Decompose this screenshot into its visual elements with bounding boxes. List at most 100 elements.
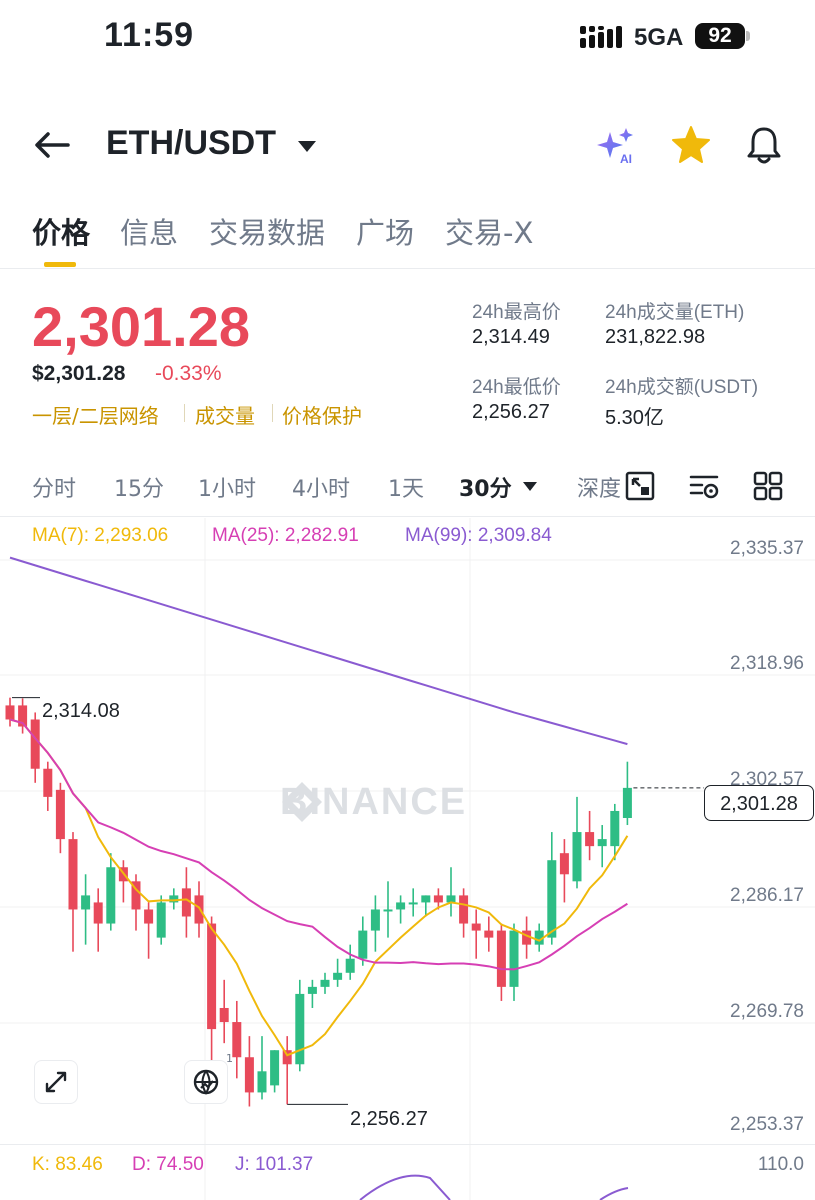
candle-body <box>484 930 494 938</box>
battery-level: 92 <box>695 23 745 49</box>
candle-body <box>459 895 469 924</box>
tab-square[interactable]: 广场 <box>356 210 414 252</box>
tag-separator <box>184 404 185 422</box>
candle-body <box>219 1007 229 1023</box>
candle-body <box>408 902 418 905</box>
low-annotation: 2,256.27 <box>350 1108 428 1130</box>
caret-down-icon[interactable] <box>522 480 538 492</box>
candle-body <box>282 1050 292 1065</box>
indicator-settings-icon[interactable] <box>688 470 720 502</box>
interval-15m[interactable]: 15分 <box>114 471 164 503</box>
interval-1h[interactable]: 1小时 <box>198 471 256 503</box>
candlestick-chart[interactable] <box>0 518 815 1200</box>
ai-badge-text: AI <box>620 152 632 166</box>
candle-body <box>232 1022 242 1058</box>
signal-icon <box>580 26 622 48</box>
ai-sparkle-icon[interactable]: AI <box>596 126 640 166</box>
battery-tip <box>746 31 750 41</box>
candle-body <box>559 853 569 875</box>
tab-trade-x[interactable]: 交易-X <box>445 210 533 252</box>
stat-amount-label: 24h成交额(USDT) <box>605 377 759 398</box>
watermark: BINANCE <box>280 781 468 823</box>
price-change: -0.33% <box>155 362 222 385</box>
candle-body <box>30 719 40 769</box>
interval-30m[interactable]: 30分 <box>459 471 512 503</box>
candle-body <box>433 895 443 903</box>
candle-body <box>547 860 557 938</box>
stat-high-label: 24h最高价 <box>472 302 561 323</box>
candle-body <box>207 923 217 1030</box>
tab-info[interactable]: 信息 <box>120 210 178 252</box>
stat-low-value: 2,256.27 <box>472 401 550 423</box>
candle-body <box>597 839 607 847</box>
ma7-label: MA(7): 2,293.06 <box>32 525 169 546</box>
y-axis-label: 2,286.17 <box>730 885 804 906</box>
back-arrow-icon[interactable] <box>32 125 72 165</box>
kdj-j-line <box>359 1174 451 1200</box>
interval-depth[interactable]: 深度 <box>577 471 621 503</box>
kdj-d-label: D: 74.50 <box>132 1154 204 1175</box>
candle-body <box>295 993 305 1065</box>
kdj-axis-max: 110.0 <box>757 1154 804 1175</box>
candle-body <box>471 923 481 931</box>
candle-body <box>55 789 65 840</box>
stat-volume-value: 231,822.98 <box>605 326 706 348</box>
globe-button[interactable] <box>184 1060 228 1104</box>
expand-button[interactable] <box>34 1060 78 1104</box>
candle-body <box>358 930 368 959</box>
interval-line[interactable]: 分时 <box>32 471 76 503</box>
candle-body <box>396 902 406 910</box>
candle-body <box>320 979 330 987</box>
candle-body <box>144 909 154 924</box>
candle-body <box>622 787 632 818</box>
candle-body <box>572 832 582 882</box>
y-axis-label: 2,269.78 <box>730 1001 804 1022</box>
stat-low-label: 24h最低价 <box>472 377 561 398</box>
candle-body <box>307 986 317 994</box>
divider <box>0 1144 815 1145</box>
stat-amount-value: 5.30亿 <box>605 407 664 429</box>
divider <box>0 268 815 269</box>
candle-body <box>257 1071 267 1093</box>
grid-menu-icon[interactable] <box>752 470 784 502</box>
ma7-line <box>9 718 629 1057</box>
tag-separator <box>272 404 273 422</box>
expand-icon <box>45 1071 67 1093</box>
interval-1d[interactable]: 1天 <box>388 471 424 503</box>
tab-trading-data[interactable]: 交易数据 <box>209 210 325 252</box>
ma25-label: MA(25): 2,282.91 <box>212 525 359 546</box>
candle-body <box>383 909 393 912</box>
tag-volume[interactable]: 成交量 <box>195 400 255 429</box>
kdj-j-line <box>599 1187 629 1200</box>
globe-badge: 1 <box>226 1052 233 1065</box>
bell-icon[interactable] <box>744 124 784 166</box>
candle-body <box>345 958 355 973</box>
divider <box>0 516 815 517</box>
y-axis-label: 2,318.96 <box>730 653 804 674</box>
y-axis-label: 2,335.37 <box>730 538 804 559</box>
interval-4h[interactable]: 4小时 <box>292 471 350 503</box>
status-time: 11:59 <box>104 16 195 54</box>
globe-icon <box>193 1069 219 1095</box>
stat-high-value: 2,314.49 <box>472 326 550 348</box>
candle-body <box>68 839 78 910</box>
caret-down-icon[interactable] <box>296 138 318 154</box>
candle-body <box>244 1057 254 1093</box>
tag-price-protect[interactable]: 价格保护 <box>282 400 362 429</box>
tab-price[interactable]: 价格 <box>32 210 90 252</box>
chart-fullscreen-icon[interactable] <box>624 470 656 502</box>
favorite-star-icon[interactable] <box>670 124 712 166</box>
candle-body <box>194 895 204 924</box>
candle-body <box>93 902 103 924</box>
candle-body <box>585 832 595 847</box>
candle-body <box>370 909 380 931</box>
current-price-tag: 2,301.28 <box>704 785 814 821</box>
tag-layer-network[interactable]: 一层/二层网络 <box>32 400 159 429</box>
last-price: 2,301.28 <box>32 295 250 358</box>
stat-volume-label: 24h成交量(ETH) <box>605 302 745 323</box>
usd-price: $2,301.28 <box>32 362 126 385</box>
candle-body <box>106 867 116 924</box>
pair-title[interactable]: ETH/USDT <box>106 124 276 163</box>
ma99-label: MA(99): 2,309.84 <box>405 525 552 546</box>
candle-body <box>333 972 343 980</box>
